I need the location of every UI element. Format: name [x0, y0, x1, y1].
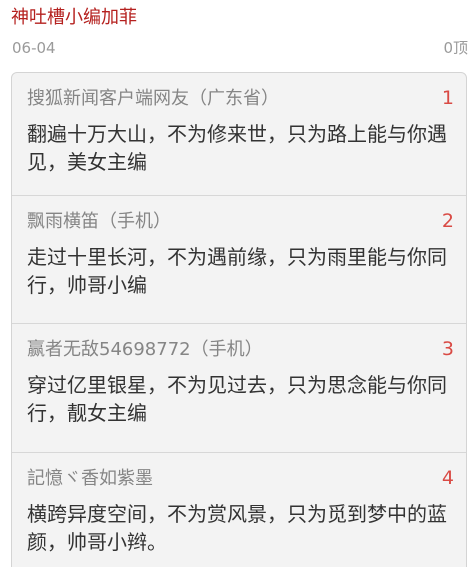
author-name[interactable]: 神吐槽小编加菲 [11, 7, 137, 29]
comment-thread: 搜狐新闻客户端网友（广东省） 1 翻遍十万大山，不为修来世，只为路上能与你遇见，… [11, 72, 467, 567]
commenter-name[interactable]: 記憶ヾ香如紫墨 [27, 468, 153, 490]
floor-number: 2 [441, 210, 454, 232]
comment-text: 横跨异度空间，不为赏风景，只为觅到梦中的蓝颜，帅哥小辫。 [27, 502, 447, 554]
commenter-name[interactable]: 赢者无敌54698772（手机） [27, 339, 263, 361]
article-header: 神吐槽小编加菲 06-04 0顶 [0, 0, 473, 72]
commenter-name[interactable]: 搜狐新闻客户端网友（广东省） [27, 88, 279, 110]
floor-number: 1 [441, 87, 454, 109]
floor-number: 4 [441, 467, 454, 489]
commenter-name[interactable]: 飘雨横笛（手机） [27, 211, 171, 233]
comment-item[interactable]: 搜狐新闻客户端网友（广东省） 1 翻遍十万大山，不为修来世，只为路上能与你遇见，… [12, 73, 466, 196]
comment-item[interactable]: 赢者无敌54698772（手机） 3 穿过亿里银星，不为见过去，只为思念能与你同… [12, 324, 466, 453]
comment-text: 走过十里长河，不为遇前缘，只为雨里能与你同行，帅哥小编 [27, 245, 447, 297]
comment-item[interactable]: 記憶ヾ香如紫墨 4 横跨异度空间，不为赏风景，只为觅到梦中的蓝颜，帅哥小辫。 [12, 453, 466, 567]
comment-page: 神吐槽小编加菲 06-04 0顶 搜狐新闻客户端网友（广东省） 1 翻遍十万大山… [0, 0, 473, 567]
floor-number: 3 [441, 338, 454, 360]
comment-text: 翻遍十万大山，不为修来世，只为路上能与你遇见，美女主编 [27, 122, 447, 174]
upvote-count[interactable]: 0顶 [443, 39, 468, 57]
comment-item[interactable]: 飘雨横笛（手机） 2 走过十里长河，不为遇前缘，只为雨里能与你同行，帅哥小编 [12, 196, 466, 324]
comment-text: 穿过亿里银星，不为见过去，只为思念能与你同行，靓女主编 [27, 373, 447, 425]
publish-date: 06-04 [12, 39, 56, 57]
